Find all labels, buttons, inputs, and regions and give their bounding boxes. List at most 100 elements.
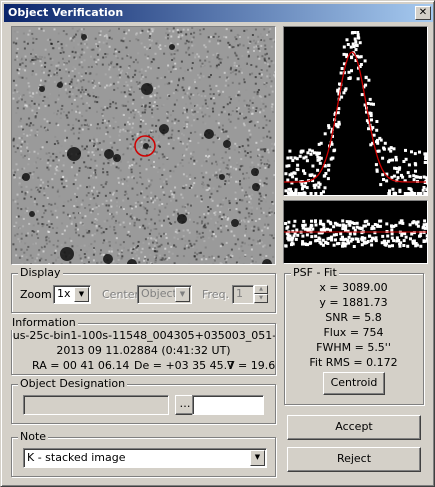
psf-point — [382, 178, 385, 181]
psf-point — [346, 43, 350, 46]
residual-point — [367, 222, 370, 226]
psf-point — [412, 178, 416, 182]
zoom-select[interactable]: 1x ▼ — [53, 285, 91, 304]
psf-point — [375, 169, 379, 173]
residual-point — [370, 243, 374, 247]
psf-point — [289, 156, 293, 160]
residual-point — [353, 228, 357, 232]
residual-point — [422, 223, 426, 227]
psf-point — [350, 31, 354, 35]
residual-point — [321, 243, 325, 247]
designation-input[interactable] — [23, 395, 169, 415]
psf-point — [303, 192, 307, 195]
psf-point — [418, 192, 422, 195]
psf-point — [350, 56, 354, 60]
residual-point — [303, 223, 307, 227]
psf-point — [338, 82, 341, 86]
residual-point — [295, 228, 299, 232]
psf-point — [376, 141, 380, 145]
residual-point — [419, 244, 423, 248]
residual-point — [291, 236, 295, 240]
residual-point — [338, 223, 342, 227]
psf-point — [404, 157, 408, 161]
spin-down-icon[interactable]: ▼ — [254, 294, 268, 303]
accept-button[interactable]: Accept — [287, 415, 421, 440]
psf-point — [299, 150, 303, 154]
residual-point — [334, 238, 337, 242]
psf-fit-group-title: PSF - Fit — [291, 266, 339, 280]
psf-point — [410, 150, 413, 154]
window-title: Object Verification — [8, 6, 124, 19]
psf-point — [354, 40, 358, 44]
display-group-title: Display — [18, 266, 63, 280]
psf-point — [352, 45, 356, 48]
residual-point — [355, 221, 359, 225]
psf-point — [408, 174, 412, 178]
psf-point — [344, 87, 348, 91]
residual-point — [285, 232, 289, 236]
star-blob — [251, 168, 259, 176]
residual-point — [287, 220, 291, 224]
star-blob — [104, 149, 114, 159]
psf-point — [413, 152, 417, 156]
residual-point — [348, 232, 352, 236]
residual-point — [303, 227, 307, 231]
psf-point — [381, 173, 385, 177]
residual-point — [301, 242, 304, 246]
psf-point — [414, 169, 417, 173]
psf-point — [317, 185, 321, 189]
center-select[interactable]: Object ▼ — [137, 285, 192, 304]
residual-point — [395, 236, 399, 240]
psf-point — [392, 192, 396, 195]
psf-point — [391, 158, 394, 162]
residual-point — [408, 223, 412, 227]
residual-point — [294, 237, 298, 241]
psf-point — [369, 143, 373, 147]
psf-point — [364, 75, 368, 79]
psf-point — [356, 36, 360, 39]
residual-point — [336, 242, 339, 246]
close-icon[interactable]: ✕ — [415, 6, 431, 20]
psf-point — [322, 174, 326, 178]
psf-point — [357, 55, 361, 59]
psf-point — [342, 52, 346, 56]
ellipsis-icon: … — [179, 397, 191, 410]
psf-point — [347, 77, 351, 80]
psf-point — [406, 171, 410, 175]
residual-point — [423, 219, 427, 223]
centroid-button[interactable]: Centroid — [323, 372, 385, 395]
residual-point — [322, 226, 326, 230]
information-group: Information ous-25c-bin1-100s-11548_0043… — [10, 316, 276, 375]
residual-point — [365, 219, 369, 223]
residual-point — [310, 219, 313, 223]
residual-point — [365, 241, 369, 245]
psf-point — [426, 186, 427, 190]
freq-input[interactable]: 1 — [232, 285, 254, 304]
chevron-down-icon[interactable]: ▼ — [250, 450, 265, 466]
spin-up-icon[interactable]: ▲ — [254, 285, 268, 294]
star-blob — [141, 83, 153, 95]
chevron-down-icon[interactable]: ▼ — [74, 287, 89, 302]
psf-point — [327, 163, 331, 167]
psf-point — [367, 127, 370, 131]
residual-point — [425, 224, 427, 228]
psf-point — [392, 147, 396, 151]
residual-point — [381, 234, 385, 238]
psf-point — [303, 171, 307, 175]
residual-point — [404, 235, 408, 239]
psf-point — [296, 163, 300, 167]
designation-suffix-input[interactable] — [192, 395, 264, 415]
psf-point — [287, 187, 291, 191]
freq-spinner[interactable]: ▲ ▼ — [254, 285, 268, 304]
note-select[interactable]: K - stacked image ▼ — [23, 448, 267, 468]
reject-button[interactable]: Reject — [287, 447, 421, 472]
residual-point — [317, 236, 321, 240]
residual-point — [356, 240, 360, 243]
star-field-image[interactable] — [11, 26, 276, 265]
psf-point — [398, 188, 402, 192]
psf-point — [360, 93, 364, 97]
residual-point — [326, 227, 329, 231]
psf-fit-group: PSF - Fit x = 3089.00 y = 1881.73 SNR = … — [284, 266, 424, 405]
residual-point — [400, 219, 404, 223]
chevron-down-icon[interactable]: ▼ — [175, 287, 190, 302]
